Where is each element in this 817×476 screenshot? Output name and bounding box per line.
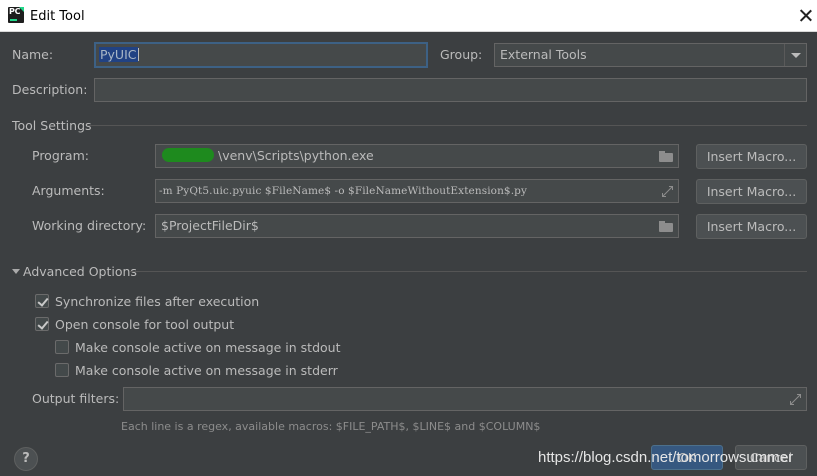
sync-files-label: Synchronize files after execution bbox=[55, 294, 260, 309]
folder-icon[interactable] bbox=[659, 221, 673, 232]
arguments-insert-macro-button[interactable]: Insert Macro... bbox=[696, 179, 807, 204]
open-console-label: Open console for tool output bbox=[55, 317, 235, 332]
program-input-value: \venv\Scripts\python.exe bbox=[218, 148, 374, 163]
app-icon-text: PC bbox=[9, 7, 21, 16]
group-select[interactable]: External Tools bbox=[494, 43, 807, 67]
program-input[interactable]: \venv\Scripts\python.exe bbox=[155, 144, 679, 168]
program-insert-macro-button[interactable]: Insert Macro... bbox=[696, 144, 807, 169]
sync-files-checkbox[interactable] bbox=[35, 294, 49, 308]
advanced-options-heading[interactable]: Advanced Options bbox=[23, 264, 137, 279]
working-directory-input[interactable]: $ProjectFileDir$ bbox=[155, 214, 679, 238]
description-label: Description: bbox=[12, 82, 88, 97]
arguments-input-value: -m PyQt5.uic.pyuic $FileName$ -o $FileNa… bbox=[159, 185, 528, 197]
name-input-value: PyUIC bbox=[99, 47, 138, 62]
console-stdout-checkbox[interactable] bbox=[55, 340, 69, 354]
pycharm-app-icon: PC bbox=[8, 7, 24, 23]
console-stderr-checkbox[interactable] bbox=[55, 363, 69, 377]
help-button[interactable]: ? bbox=[14, 447, 38, 471]
arguments-input[interactable]: -m PyQt5.uic.pyuic $FileName$ -o $FileNa… bbox=[155, 179, 679, 203]
output-filters-input[interactable] bbox=[123, 387, 807, 411]
tool-settings-heading: Tool Settings bbox=[12, 118, 92, 133]
console-stderr-label: Make console active on message in stderr bbox=[75, 363, 338, 378]
expand-icon[interactable] bbox=[662, 186, 673, 197]
folder-icon[interactable] bbox=[659, 151, 673, 162]
working-directory-input-value: $ProjectFileDir$ bbox=[161, 218, 259, 233]
group-select-value: External Tools bbox=[500, 47, 587, 62]
advanced-options-divider bbox=[130, 271, 807, 272]
name-input[interactable]: PyUIC bbox=[94, 42, 428, 68]
redacted-mark bbox=[162, 148, 214, 162]
window-title: Edit Tool bbox=[30, 9, 85, 24]
description-input[interactable] bbox=[94, 78, 807, 102]
working-directory-insert-macro-button[interactable]: Insert Macro... bbox=[696, 214, 807, 239]
tool-settings-divider bbox=[88, 125, 807, 126]
close-icon[interactable] bbox=[795, 5, 817, 27]
group-label: Group: bbox=[440, 47, 483, 62]
name-label: Name: bbox=[12, 47, 54, 62]
output-filters-label: Output filters: bbox=[32, 391, 120, 406]
watermark: https://blog.csdn.net/tomorrowsummer bbox=[538, 449, 794, 466]
program-label: Program: bbox=[32, 148, 89, 163]
console-stdout-label: Make console active on message in stdout bbox=[75, 340, 341, 355]
working-directory-label: Working directory: bbox=[32, 218, 147, 233]
title-bar: PC Edit Tool bbox=[0, 0, 817, 32]
chevron-down-icon[interactable] bbox=[784, 44, 806, 66]
open-console-checkbox[interactable] bbox=[35, 317, 49, 331]
expand-icon[interactable] bbox=[790, 394, 801, 405]
arguments-label: Arguments: bbox=[32, 183, 105, 198]
collapse-triangle-icon[interactable] bbox=[12, 269, 20, 274]
output-filters-hint: Each line is a regex, available macros: … bbox=[121, 420, 541, 433]
